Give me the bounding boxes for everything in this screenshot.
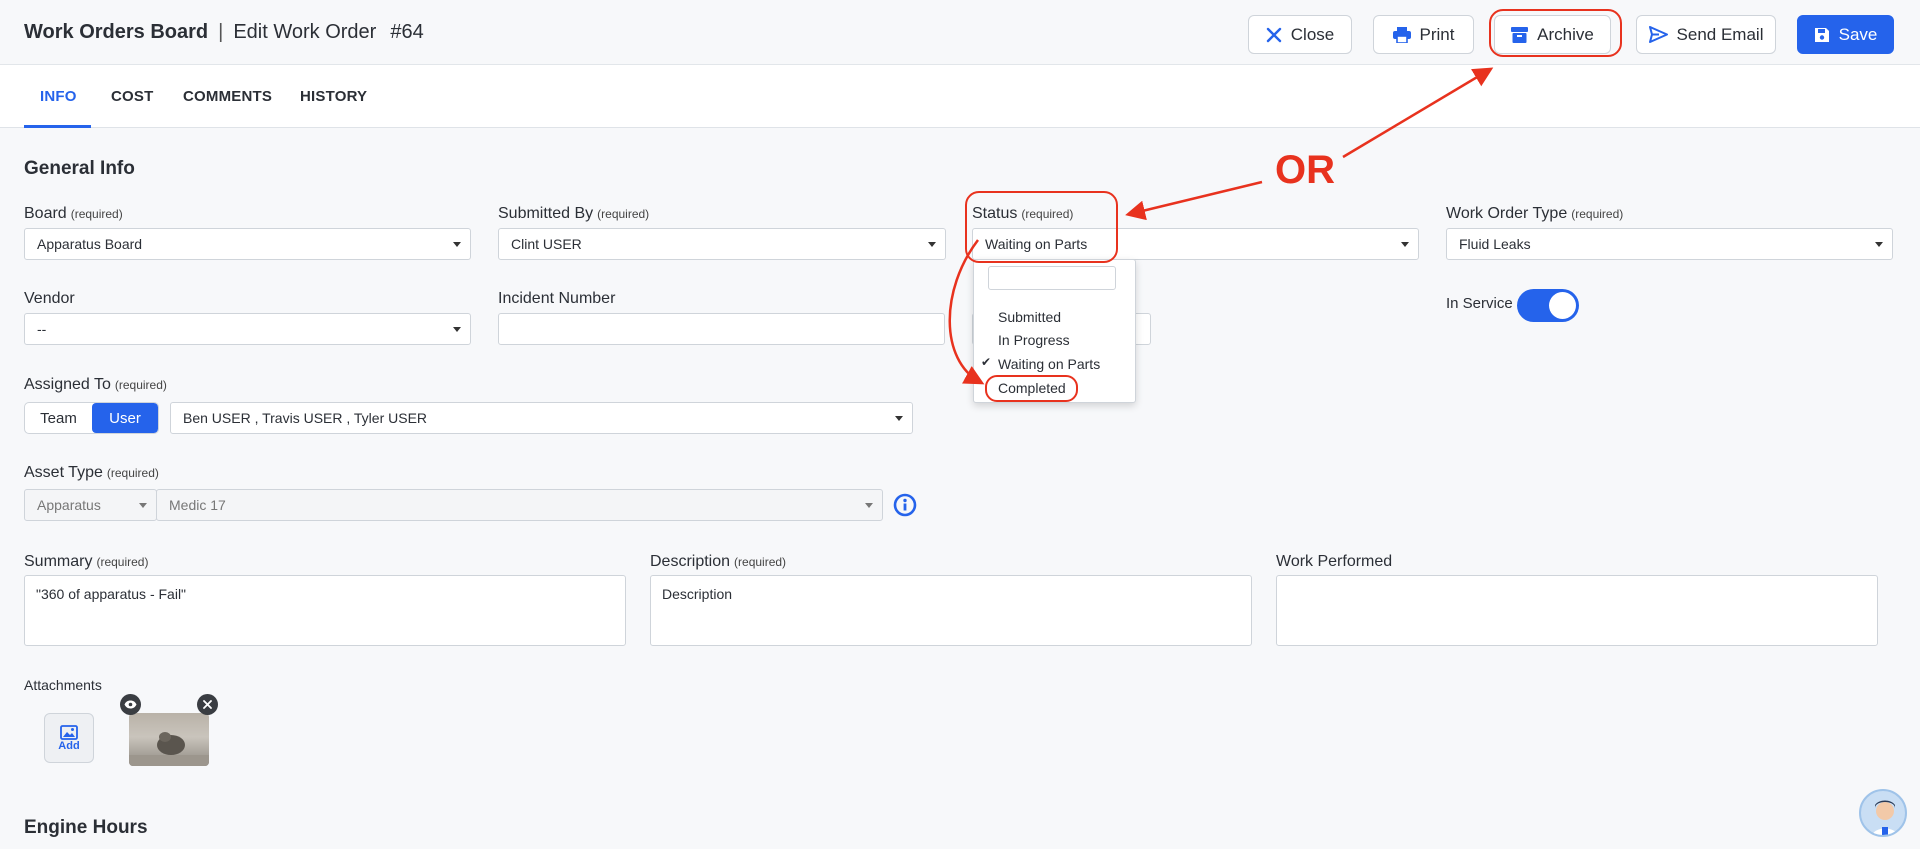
annotation-arrows (948, 67, 1494, 385)
assistant-avatar[interactable] (1859, 789, 1907, 837)
